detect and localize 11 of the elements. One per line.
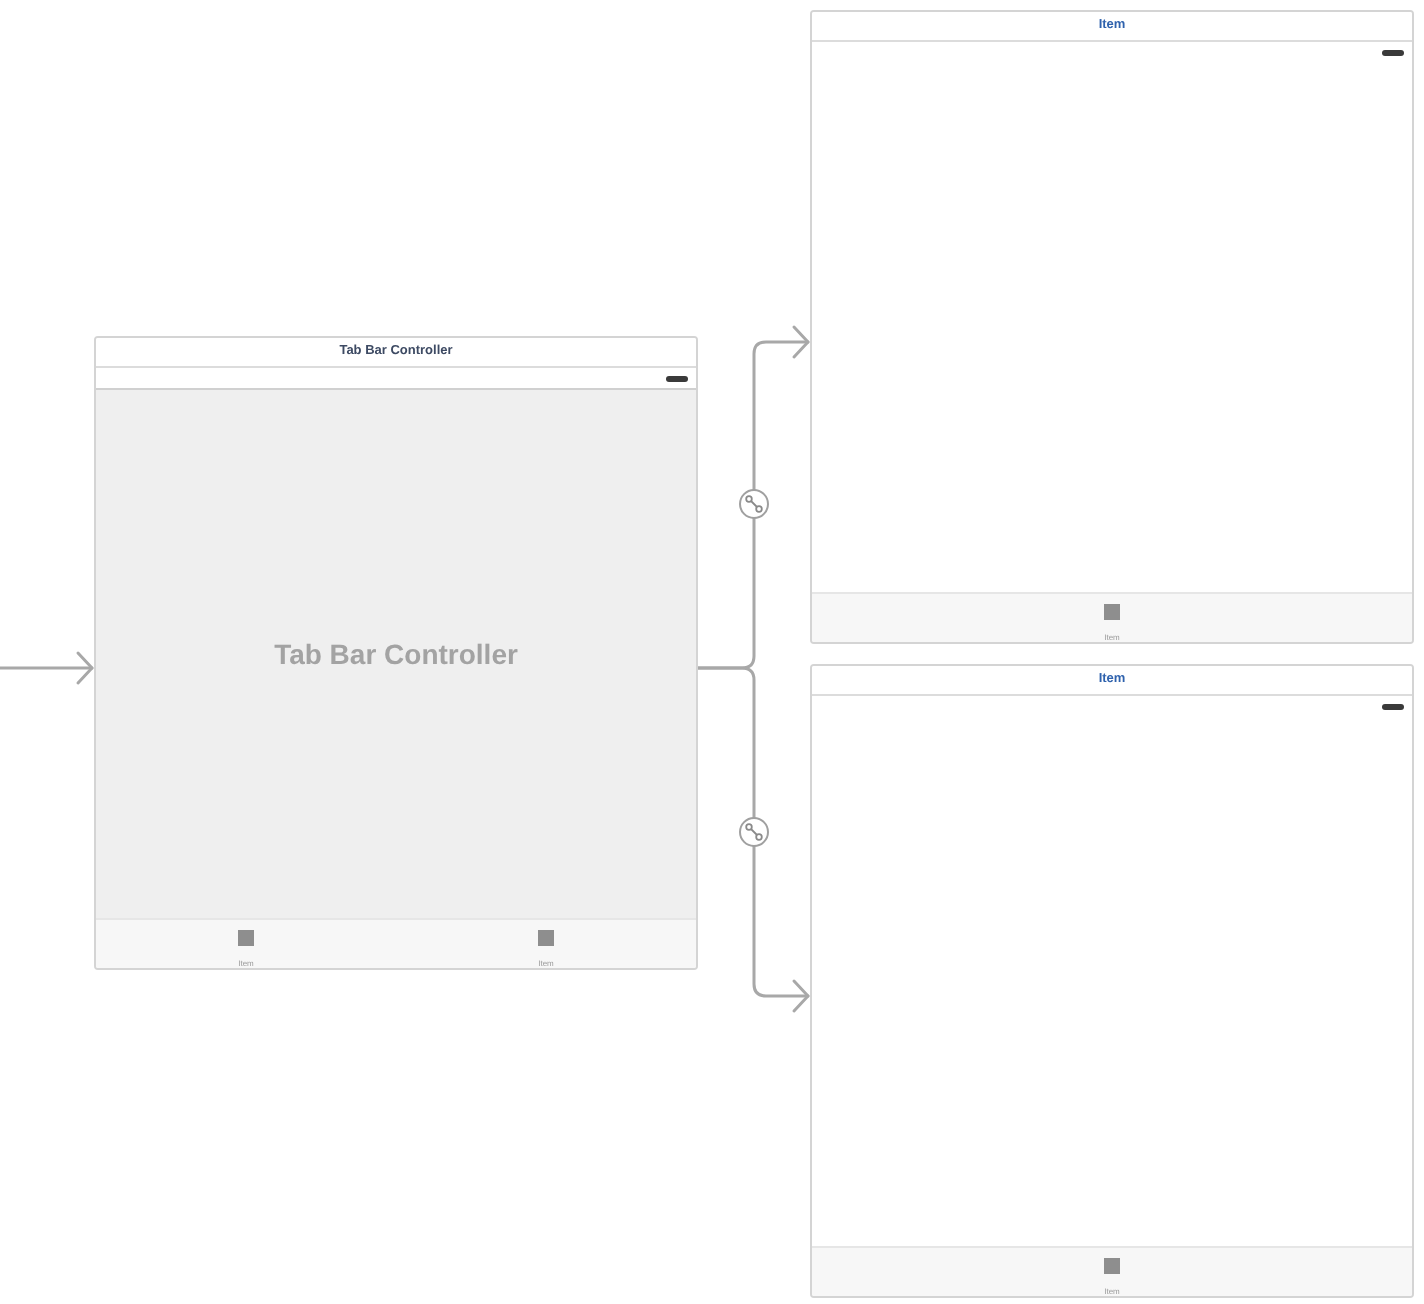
square-icon — [238, 930, 254, 946]
segue-icon[interactable] — [739, 817, 769, 847]
square-icon — [1104, 1258, 1120, 1274]
entry-arrow — [0, 651, 94, 685]
square-icon — [538, 930, 554, 946]
battery-icon — [1382, 704, 1404, 710]
scene-label: Tab Bar Controller — [274, 635, 518, 673]
battery-icon — [666, 375, 688, 381]
segue-icon[interactable] — [739, 489, 769, 519]
square-icon — [1104, 604, 1120, 620]
battery-icon — [1382, 50, 1404, 56]
